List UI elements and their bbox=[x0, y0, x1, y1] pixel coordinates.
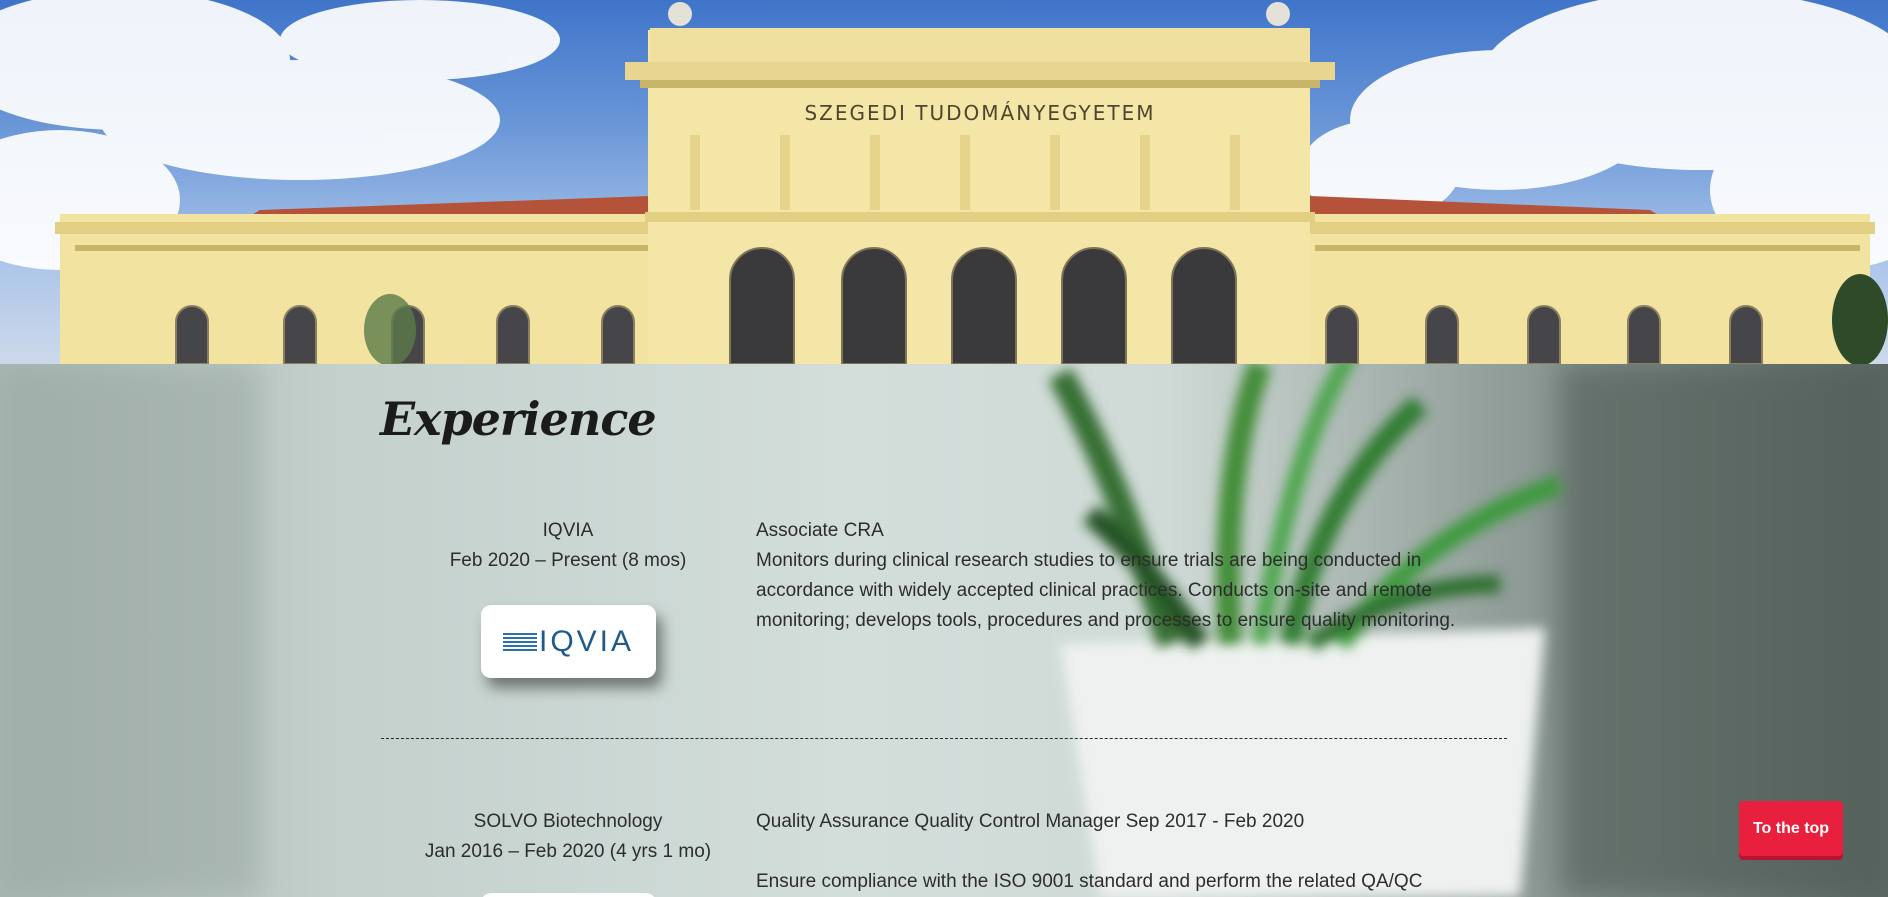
job-meta: IQVIA Feb 2020 – Present (8 mos) bbox=[378, 516, 758, 576]
job-description: Associate CRA Monitors during clinical r… bbox=[756, 516, 1516, 636]
employment-period: Jan 2016 – Feb 2020 (4 yrs 1 mo) bbox=[424, 841, 712, 862]
job-summary: Monitors during clinical research studie… bbox=[756, 550, 1456, 631]
company-logo-card bbox=[481, 893, 656, 897]
section-title: Experience bbox=[380, 392, 657, 446]
experience-section: Experience IQVIA Feb 2020 – Present (8 m… bbox=[0, 364, 1888, 897]
university-building-image: SZEGEDI TUDOMÁNYEGYETEM bbox=[0, 0, 1888, 364]
hero-banner: SZEGEDI TUDOMÁNYEGYETEM bbox=[0, 0, 1888, 364]
company-name: SOLVO Biotechnology bbox=[473, 811, 663, 832]
employment-period: Feb 2020 – Present (8 mos) bbox=[449, 550, 687, 571]
job-summary: Ensure compliance with the ISO 9001 stan… bbox=[756, 871, 1423, 892]
company-name: IQVIA bbox=[542, 520, 594, 541]
company-logo-text: IQVIA bbox=[538, 624, 635, 658]
iqvia-logo-icon bbox=[502, 632, 537, 651]
job-meta: SOLVO Biotechnology Jan 2016 – Feb 2020 … bbox=[378, 807, 758, 867]
job-description: Quality Assurance Quality Control Manage… bbox=[756, 807, 1516, 897]
to-top-button[interactable]: To the top bbox=[1739, 801, 1843, 856]
job-divider bbox=[381, 738, 1507, 739]
company-logo-card: IQVIA bbox=[481, 605, 656, 678]
building-inscription: SZEGEDI TUDOMÁNYEGYETEM bbox=[804, 101, 1155, 125]
job-role: Quality Assurance Quality Control Manage… bbox=[756, 811, 1305, 832]
job-role: Associate CRA bbox=[756, 520, 884, 541]
